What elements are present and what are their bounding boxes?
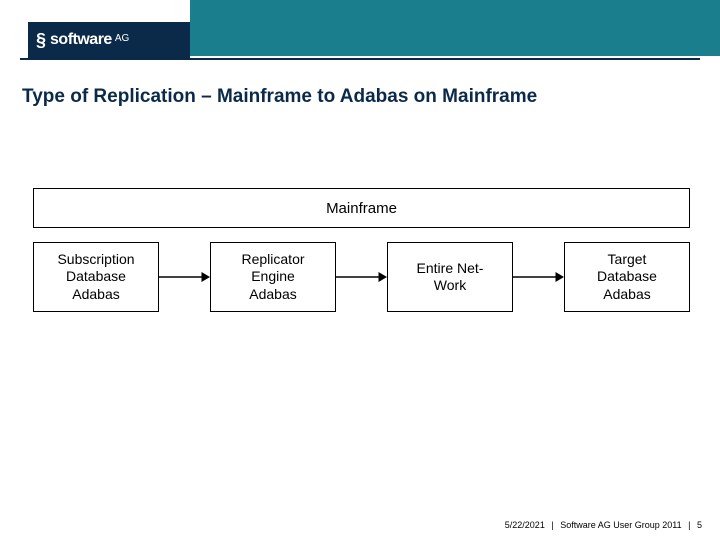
header-divider bbox=[20, 58, 700, 60]
arrow-icon bbox=[336, 267, 387, 287]
footer-event: Software AG User Group 2011 bbox=[560, 520, 681, 530]
slide-title: Type of Replication – Mainframe to Adaba… bbox=[22, 86, 698, 108]
logo-brand: software bbox=[50, 31, 112, 49]
node-subscription-db: Subscription Database Adabas bbox=[33, 242, 159, 312]
logo: § software AG bbox=[28, 22, 190, 58]
node-target-db: Target Database Adabas bbox=[564, 242, 690, 312]
node-replicator-engine: Replicator Engine Adabas bbox=[210, 242, 336, 312]
footer-sep: | bbox=[551, 520, 553, 530]
diagram: Mainframe Subscription Database Adabas R… bbox=[33, 188, 690, 312]
node-entire-net-work: Entire Net- Work bbox=[387, 242, 513, 312]
footer-date: 5/22/2021 bbox=[505, 520, 545, 530]
mainframe-container: Mainframe bbox=[33, 188, 690, 228]
header-bar: § software AG bbox=[0, 0, 720, 62]
arrow-icon bbox=[159, 267, 210, 287]
footer-page: 5 bbox=[697, 520, 702, 530]
footer-sep: | bbox=[688, 520, 690, 530]
header-accent-stripe bbox=[190, 0, 720, 56]
footer: 5/22/2021 | Software AG User Group 2011 … bbox=[505, 520, 702, 530]
logo-icon: § bbox=[36, 30, 46, 51]
flow-row: Subscription Database Adabas Replicator … bbox=[33, 242, 690, 312]
mainframe-label: Mainframe bbox=[326, 200, 397, 217]
arrow-icon bbox=[513, 267, 564, 287]
logo-suffix: AG bbox=[115, 33, 129, 44]
